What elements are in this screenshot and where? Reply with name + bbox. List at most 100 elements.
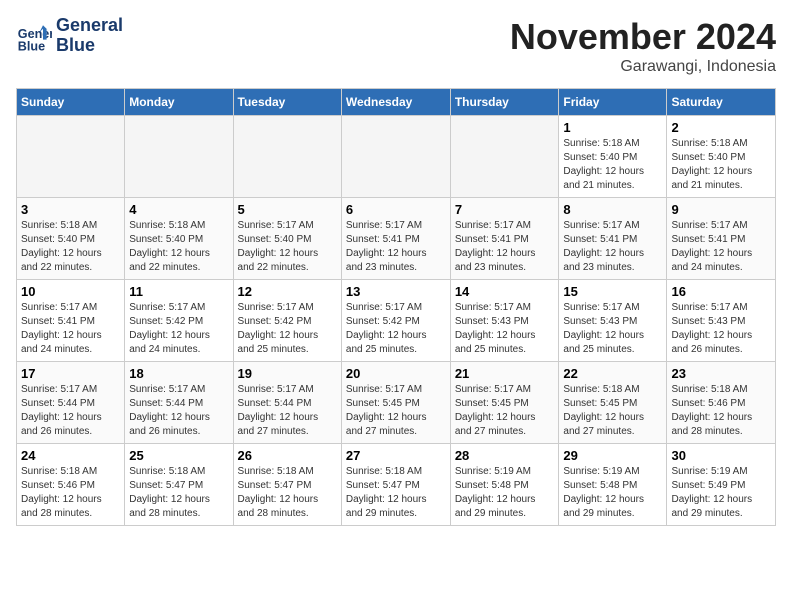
day-header-monday: Monday — [125, 89, 233, 116]
calendar-week-row: 24 Sunrise: 5:18 AM Sunset: 5:46 PM Dayli… — [17, 444, 776, 526]
day-info: Sunrise: 5:19 AM Sunset: 5:48 PM Dayligh… — [455, 465, 555, 521]
day-info: Sunrise: 5:18 AM Sunset: 5:46 PM Dayligh… — [21, 465, 120, 521]
day-number: 24 — [21, 448, 120, 463]
day-number: 3 — [21, 202, 120, 217]
day-info: Sunrise: 5:18 AM Sunset: 5:40 PM Dayligh… — [671, 137, 771, 193]
calendar-cell: 8 Sunrise: 5:17 AM Sunset: 5:41 PM Daylig… — [559, 198, 667, 280]
calendar-cell: 26Sunrise: 5:18 AM Sunset: 5:47 PM Dayli… — [233, 444, 341, 526]
day-info: Sunrise: 5:17 AM Sunset: 5:44 PM Dayligh… — [238, 383, 337, 439]
calendar-week-row: 17 Sunrise: 5:17 AM Sunset: 5:44 PM Dayli… — [17, 362, 776, 444]
calendar-cell: 10 Sunrise: 5:17 AM Sunset: 5:41 PM Dayli… — [17, 280, 125, 362]
day-number: 16 — [671, 284, 771, 299]
calendar-cell: 12Sunrise: 5:17 AM Sunset: 5:42 PM Dayli… — [233, 280, 341, 362]
day-info: Sunrise: 5:17 AM Sunset: 5:42 PM Dayligh… — [129, 301, 228, 357]
day-info: Sunrise: 5:19 AM Sunset: 5:48 PM Dayligh… — [563, 465, 662, 521]
day-info: Sunrise: 5:18 AM Sunset: 5:47 PM Dayligh… — [346, 465, 446, 521]
logo-icon: General Blue — [16, 18, 52, 54]
day-header-wednesday: Wednesday — [341, 89, 450, 116]
calendar-cell — [450, 116, 559, 198]
calendar-cell: 3 Sunrise: 5:18 AM Sunset: 5:40 PM Daylig… — [17, 198, 125, 280]
day-info: Sunrise: 5:17 AM Sunset: 5:41 PM Dayligh… — [455, 219, 555, 275]
calendar-table: SundayMondayTuesdayWednesdayThursdayFrid… — [16, 88, 776, 526]
day-info: Sunrise: 5:18 AM Sunset: 5:46 PM Dayligh… — [671, 383, 771, 439]
calendar-cell: 30 Sunrise: 5:19 AM Sunset: 5:49 PM Dayli… — [667, 444, 776, 526]
day-number: 11 — [129, 284, 228, 299]
day-number: 22 — [563, 366, 662, 381]
day-number: 30 — [671, 448, 771, 463]
title-section: November 2024 Garawangi, Indonesia — [510, 16, 776, 76]
calendar-week-row: 10 Sunrise: 5:17 AM Sunset: 5:41 PM Dayli… — [17, 280, 776, 362]
calendar-cell: 5 Sunrise: 5:17 AM Sunset: 5:40 PM Daylig… — [233, 198, 341, 280]
day-number: 5 — [238, 202, 337, 217]
calendar-cell: 21 Sunrise: 5:17 AM Sunset: 5:45 PM Dayli… — [450, 362, 559, 444]
page-header: General Blue General Blue November 2024 … — [16, 16, 776, 76]
day-info: Sunrise: 5:17 AM Sunset: 5:42 PM Dayligh… — [346, 301, 446, 357]
day-info: Sunrise: 5:19 AM Sunset: 5:49 PM Dayligh… — [671, 465, 771, 521]
day-info: Sunrise: 5:17 AM Sunset: 5:44 PM Dayligh… — [129, 383, 228, 439]
day-number: 10 — [21, 284, 120, 299]
day-header-friday: Friday — [559, 89, 667, 116]
calendar-header-row: SundayMondayTuesdayWednesdayThursdayFrid… — [17, 89, 776, 116]
day-info: Sunrise: 5:18 AM Sunset: 5:45 PM Dayligh… — [563, 383, 662, 439]
day-number: 18 — [129, 366, 228, 381]
day-info: Sunrise: 5:17 AM Sunset: 5:43 PM Dayligh… — [455, 301, 555, 357]
day-info: Sunrise: 5:17 AM Sunset: 5:43 PM Dayligh… — [671, 301, 771, 357]
calendar-cell: 15Sunrise: 5:17 AM Sunset: 5:43 PM Dayli… — [559, 280, 667, 362]
day-info: Sunrise: 5:17 AM Sunset: 5:41 PM Dayligh… — [21, 301, 120, 357]
day-number: 27 — [346, 448, 446, 463]
calendar-cell: 7 Sunrise: 5:17 AM Sunset: 5:41 PM Daylig… — [450, 198, 559, 280]
calendar-cell: 14 Sunrise: 5:17 AM Sunset: 5:43 PM Dayli… — [450, 280, 559, 362]
day-number: 13 — [346, 284, 446, 299]
day-number: 7 — [455, 202, 555, 217]
calendar-cell: 1Sunrise: 5:18 AM Sunset: 5:40 PM Daylig… — [559, 116, 667, 198]
day-number: 14 — [455, 284, 555, 299]
calendar-cell: 25 Sunrise: 5:18 AM Sunset: 5:47 PM Dayli… — [125, 444, 233, 526]
day-info: Sunrise: 5:18 AM Sunset: 5:47 PM Dayligh… — [129, 465, 228, 521]
day-number: 19 — [238, 366, 337, 381]
calendar-cell: 22 Sunrise: 5:18 AM Sunset: 5:45 PM Dayli… — [559, 362, 667, 444]
calendar-cell: 6 Sunrise: 5:17 AM Sunset: 5:41 PM Daylig… — [341, 198, 450, 280]
calendar-week-row: 3 Sunrise: 5:18 AM Sunset: 5:40 PM Daylig… — [17, 198, 776, 280]
day-info: Sunrise: 5:17 AM Sunset: 5:45 PM Dayligh… — [346, 383, 446, 439]
day-info: Sunrise: 5:17 AM Sunset: 5:41 PM Dayligh… — [563, 219, 662, 275]
calendar-cell: 18 Sunrise: 5:17 AM Sunset: 5:44 PM Dayli… — [125, 362, 233, 444]
day-header-tuesday: Tuesday — [233, 89, 341, 116]
svg-text:Blue: Blue — [18, 39, 45, 53]
day-header-saturday: Saturday — [667, 89, 776, 116]
calendar-cell: 29 Sunrise: 5:19 AM Sunset: 5:48 PM Dayli… — [559, 444, 667, 526]
calendar-cell: 17 Sunrise: 5:17 AM Sunset: 5:44 PM Dayli… — [17, 362, 125, 444]
calendar-cell: 13 Sunrise: 5:17 AM Sunset: 5:42 PM Dayli… — [341, 280, 450, 362]
month-title: November 2024 — [510, 16, 776, 58]
day-number: 8 — [563, 202, 662, 217]
day-number: 9 — [671, 202, 771, 217]
day-info: Sunrise: 5:17 AM Sunset: 5:44 PM Dayligh… — [21, 383, 120, 439]
calendar-cell: 16 Sunrise: 5:17 AM Sunset: 5:43 PM Dayli… — [667, 280, 776, 362]
day-info: Sunrise: 5:17 AM Sunset: 5:45 PM Dayligh… — [455, 383, 555, 439]
calendar-cell — [125, 116, 233, 198]
logo: General Blue General Blue — [16, 16, 123, 56]
day-number: 6 — [346, 202, 446, 217]
day-info: Sunrise: 5:17 AM Sunset: 5:40 PM Dayligh… — [238, 219, 337, 275]
day-number: 12 — [238, 284, 337, 299]
day-number: 1 — [563, 120, 662, 135]
calendar-cell — [341, 116, 450, 198]
day-number: 25 — [129, 448, 228, 463]
day-number: 20 — [346, 366, 446, 381]
day-info: Sunrise: 5:17 AM Sunset: 5:41 PM Dayligh… — [671, 219, 771, 275]
day-number: 15 — [563, 284, 662, 299]
day-number: 23 — [671, 366, 771, 381]
day-number: 29 — [563, 448, 662, 463]
day-info: Sunrise: 5:18 AM Sunset: 5:47 PM Dayligh… — [238, 465, 337, 521]
calendar-cell: 23 Sunrise: 5:18 AM Sunset: 5:46 PM Dayli… — [667, 362, 776, 444]
calendar-cell — [17, 116, 125, 198]
day-info: Sunrise: 5:17 AM Sunset: 5:41 PM Dayligh… — [346, 219, 446, 275]
calendar-cell: 20 Sunrise: 5:17 AM Sunset: 5:45 PM Dayli… — [341, 362, 450, 444]
day-info: Sunrise: 5:18 AM Sunset: 5:40 PM Dayligh… — [21, 219, 120, 275]
calendar-cell — [233, 116, 341, 198]
calendar-cell: 11 Sunrise: 5:17 AM Sunset: 5:42 PM Dayli… — [125, 280, 233, 362]
day-header-sunday: Sunday — [17, 89, 125, 116]
day-number: 21 — [455, 366, 555, 381]
calendar-cell: 19 Sunrise: 5:17 AM Sunset: 5:44 PM Dayli… — [233, 362, 341, 444]
day-number: 28 — [455, 448, 555, 463]
day-number: 17 — [21, 366, 120, 381]
